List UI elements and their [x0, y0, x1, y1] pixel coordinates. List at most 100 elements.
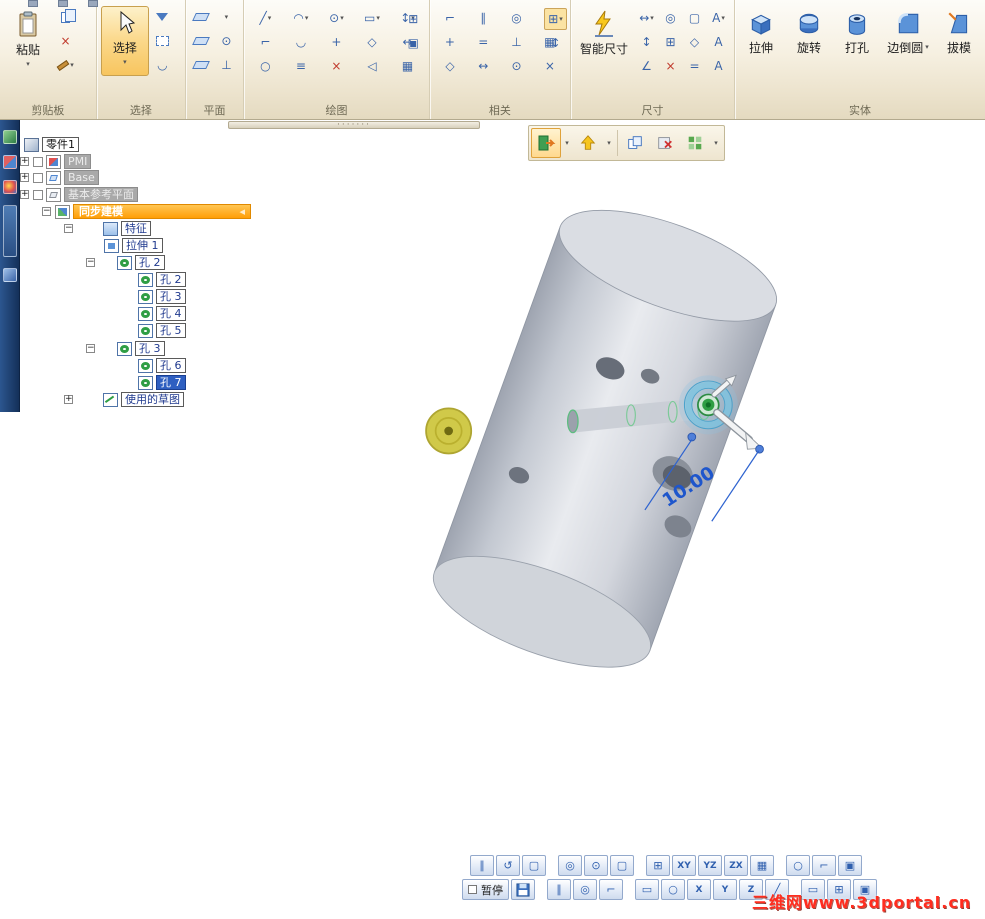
edgebar-library-icon[interactable]: [2, 130, 17, 144]
pick-target-indicator[interactable]: [425, 407, 473, 455]
collapse-arrow-icon[interactable]: ◂: [239, 206, 245, 217]
tree-item-label[interactable]: 拉伸 1: [122, 238, 163, 253]
undo-button[interactable]: ↺: [496, 855, 520, 876]
tree-item-hole2-group[interactable]: − 孔 2: [86, 255, 165, 270]
grid-options-button[interactable]: ⊞: [402, 8, 425, 30]
paste-button[interactable]: 粘贴 ▾: [4, 6, 52, 76]
chevron-down-icon[interactable]: ▾: [561, 128, 573, 158]
curve-tool-button[interactable]: ◡: [284, 31, 319, 53]
tree-item-hole4[interactable]: 孔 4: [138, 306, 186, 321]
tree-item-label[interactable]: Base: [64, 170, 99, 185]
pause-button[interactable]: ∥: [470, 855, 494, 876]
view-capture-button[interactable]: ▣: [838, 855, 862, 876]
concentric-relation-button[interactable]: ◎: [500, 7, 532, 29]
revolve-button[interactable]: 旋转: [787, 6, 831, 57]
tangent-circle-button[interactable]: ⊙ ▾: [319, 7, 354, 29]
rectangle-tool-button[interactable]: ▭ ▾: [355, 7, 390, 29]
plane-lock-button[interactable]: ▢: [610, 855, 634, 876]
expander-icon[interactable]: +: [20, 157, 29, 166]
arc-tool-button[interactable]: ◠ ▾: [284, 7, 319, 29]
expander-icon[interactable]: −: [86, 344, 95, 353]
symmetric-relation-button[interactable]: ◇: [434, 55, 466, 77]
select-filter-button[interactable]: [151, 6, 174, 28]
tangent-plane-button[interactable]: [190, 54, 213, 76]
parallel-keep-button[interactable]: ∥: [547, 879, 571, 900]
expander-icon[interactable]: +: [64, 395, 73, 404]
base-plane-button[interactable]: ⊞: [646, 855, 670, 876]
visibility-checkbox[interactable]: [33, 172, 43, 183]
tree-item-label[interactable]: 孔 2: [156, 272, 186, 287]
edgebar-family-icon[interactable]: [2, 155, 17, 169]
suspend-rules-button[interactable]: [650, 128, 680, 158]
chevron-down-icon[interactable]: ▾: [603, 128, 615, 158]
perpendicular-relation-button[interactable]: ⊥: [500, 31, 532, 53]
flip-direction-button[interactable]: ▢: [522, 855, 546, 876]
trim-tool-button[interactable]: ×: [319, 55, 354, 77]
tree-item-used-sketches[interactable]: + 使用的草图: [64, 392, 184, 407]
mirror-tool-button[interactable]: ◁: [355, 55, 390, 77]
live-rules-button[interactable]: [573, 128, 603, 158]
hole-button[interactable]: 打孔: [835, 6, 879, 57]
point-tool-button[interactable]: +: [319, 31, 354, 53]
tree-item-label[interactable]: 零件1: [42, 137, 79, 152]
symmetric-dim-button[interactable]: ⊞: [659, 31, 682, 53]
text-note-button[interactable]: A: [707, 55, 730, 77]
concentric-lock-button[interactable]: ◎: [558, 855, 582, 876]
angled-plane-button[interactable]: [190, 30, 213, 52]
tree-item-hole3[interactable]: 孔 3: [138, 289, 186, 304]
copy-relations-button[interactable]: [620, 128, 650, 158]
vertical-dim-button[interactable]: ↕: [635, 31, 658, 53]
tree-item-ref-planes[interactable]: + 基本参考平面: [20, 187, 138, 202]
horizontal-relation-button[interactable]: +: [434, 31, 466, 53]
fillet-tool-button[interactable]: ⌐: [248, 31, 283, 53]
dim-more-button[interactable]: =: [683, 55, 706, 77]
offset-tool-button[interactable]: ≡: [284, 55, 319, 77]
tree-item-extrude1[interactable]: 拉伸 1: [104, 238, 163, 253]
plane-yz-button[interactable]: YZ: [698, 855, 722, 876]
copy-button[interactable]: [54, 6, 77, 28]
coincident-plane-button[interactable]: [190, 6, 213, 28]
relation-assistant-button[interactable]: ↕: [544, 32, 567, 54]
tree-item-label[interactable]: 孔 4: [156, 306, 186, 321]
save-button[interactable]: [511, 879, 535, 900]
edgebar-pathfinder-tab[interactable]: [2, 205, 17, 257]
all-planes-button[interactable]: ▦: [750, 855, 774, 876]
tree-item-base[interactable]: + Base: [20, 170, 99, 185]
polygon-tool-button[interactable]: ◇: [355, 31, 390, 53]
select-box-button[interactable]: [151, 30, 174, 52]
corner-snap-button[interactable]: ⌐: [812, 855, 836, 876]
tree-item-label[interactable]: PMI: [64, 154, 92, 169]
sketch-view-button[interactable]: ▣: [402, 32, 425, 54]
equal-relation-button[interactable]: =: [467, 31, 499, 53]
maintain-relations-toggle[interactable]: ⊞ ▾: [544, 8, 567, 30]
select-button[interactable]: 选择 ▾: [100, 6, 149, 76]
concentric-keep-button[interactable]: ◎: [573, 879, 597, 900]
pause-toggle[interactable]: 暂停: [462, 879, 509, 900]
rect-filter-button[interactable]: ▭: [635, 879, 659, 900]
expander-icon[interactable]: −: [42, 207, 51, 216]
tree-item-label[interactable]: 孔 2: [135, 255, 165, 270]
tree-item-label[interactable]: 使用的草图: [121, 392, 184, 407]
chevron-down-icon[interactable]: ▾: [710, 128, 722, 158]
expander-icon[interactable]: +: [20, 173, 29, 182]
text-leader-button[interactable]: A: [707, 31, 730, 53]
plane-xy-button[interactable]: XY: [672, 855, 696, 876]
tree-item-pmi[interactable]: + PMI: [20, 154, 92, 169]
tree-item-label[interactable]: 孔 6: [156, 358, 186, 373]
collinear-relation-button[interactable]: ↔: [467, 55, 499, 77]
coordinate-system-button[interactable]: ⊥: [215, 54, 238, 76]
edgebar-layers-icon[interactable]: [2, 180, 17, 194]
qat-icon[interactable]: [88, 0, 98, 7]
tree-item-hole6[interactable]: 孔 6: [138, 358, 186, 373]
expander-icon[interactable]: −: [86, 258, 95, 267]
ring-snap-button[interactable]: ○: [786, 855, 810, 876]
relation-more-button[interactable]: ×: [534, 55, 566, 77]
tree-item-part[interactable]: 零件1: [24, 137, 79, 152]
circle-tool-button[interactable]: ○: [248, 55, 283, 77]
delete-dim-button[interactable]: ×: [659, 55, 682, 77]
pattern-tool-button[interactable]: ▦: [390, 55, 425, 77]
tree-item-label[interactable]: 孔 3: [135, 341, 165, 356]
axis-y-button[interactable]: Y: [713, 879, 737, 900]
line-tool-button[interactable]: ╱ ▾: [248, 7, 283, 29]
dim-page-button[interactable]: ▢: [683, 7, 706, 29]
